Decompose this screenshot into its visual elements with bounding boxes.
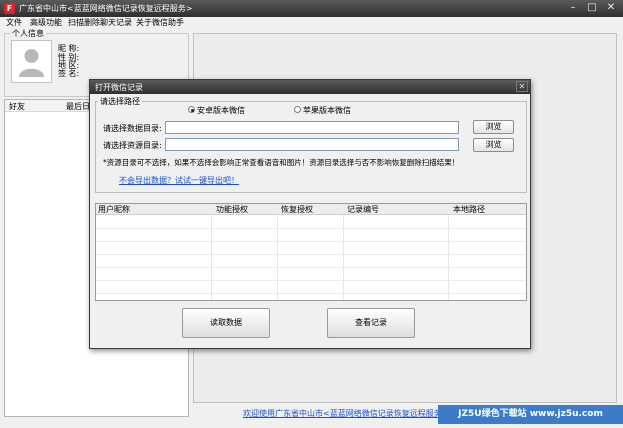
data-dir-label: 请选择数据目录: <box>103 124 162 133</box>
android-radio-label[interactable]: 安卓版本微信 <box>197 105 245 116</box>
app-icon: F <box>4 3 15 14</box>
android-radio[interactable] <box>188 106 195 113</box>
user-icon <box>19 49 44 77</box>
apple-radio-label[interactable]: 苹果版本微信 <box>303 105 351 116</box>
browse-data-button[interactable]: 浏览 <box>473 120 514 134</box>
column-nickname[interactable]: 用户昵称 <box>98 205 130 214</box>
resource-note: *资源目录可不选择，如果不选择会影响正常查看语音和图片！资源目录选择与否不影响恢… <box>103 158 460 167</box>
column-friend[interactable]: 好友 <box>9 101 25 112</box>
view-records-button[interactable]: 查看记录 <box>327 308 415 338</box>
row-divider <box>96 267 526 268</box>
row-divider <box>96 254 526 255</box>
apple-radio[interactable] <box>294 106 301 113</box>
watermark: JZ5U绿色下载站 www.jz5u.com <box>438 405 623 424</box>
minimize-icon[interactable]: – <box>565 2 581 14</box>
data-dir-input[interactable] <box>165 121 459 134</box>
res-dir-input[interactable] <box>165 138 459 151</box>
browse-res-button[interactable]: 浏览 <box>473 138 514 152</box>
profile-group-label: 个人信息 <box>10 28 46 39</box>
dialog-title: 打开微信记录 <box>95 83 143 92</box>
dialog-close-icon[interactable]: ✕ <box>516 81 528 92</box>
row-divider <box>96 280 526 281</box>
res-dir-label: 请选择资源目录: <box>103 141 162 150</box>
row-divider <box>96 293 526 294</box>
close-icon[interactable]: ✕ <box>603 2 619 14</box>
menu-about[interactable]: 关于微信助手 <box>134 17 186 29</box>
dialog-title-bar[interactable] <box>90 80 530 94</box>
avatar <box>11 40 52 83</box>
menu-bar: 文件 高级功能 扫描删除聊天记录 关于微信助手 <box>0 17 623 29</box>
path-group-label: 请选择路径 <box>98 96 142 107</box>
column-function-auth[interactable]: 功能授权 <box>216 205 248 214</box>
row-divider <box>96 228 526 229</box>
column-local-path[interactable]: 本地路径 <box>453 205 485 214</box>
window-title: 广东省中山市<蓝蓝网络微信记录恢复远程服务> <box>19 4 193 13</box>
column-record-number[interactable]: 记录编号 <box>347 205 379 214</box>
signature-label: 签 名: <box>58 69 80 78</box>
export-link[interactable]: 不会导出数据？试试一键导出吧！ <box>119 175 239 186</box>
maximize-icon[interactable]: □ <box>584 2 600 14</box>
records-table[interactable] <box>95 203 527 301</box>
welcome-link[interactable]: 欢迎使用广东省中山市<蓝蓝网络微信记录恢复远程服务> <box>243 408 448 419</box>
menu-scan-deleted[interactable]: 扫描删除聊天记录 <box>66 17 134 29</box>
read-data-button[interactable]: 读取数据 <box>182 308 270 338</box>
nickname-label: 昵 称: <box>58 44 80 53</box>
row-divider <box>96 241 526 242</box>
column-recovery-auth[interactable]: 恢复授权 <box>281 205 313 214</box>
